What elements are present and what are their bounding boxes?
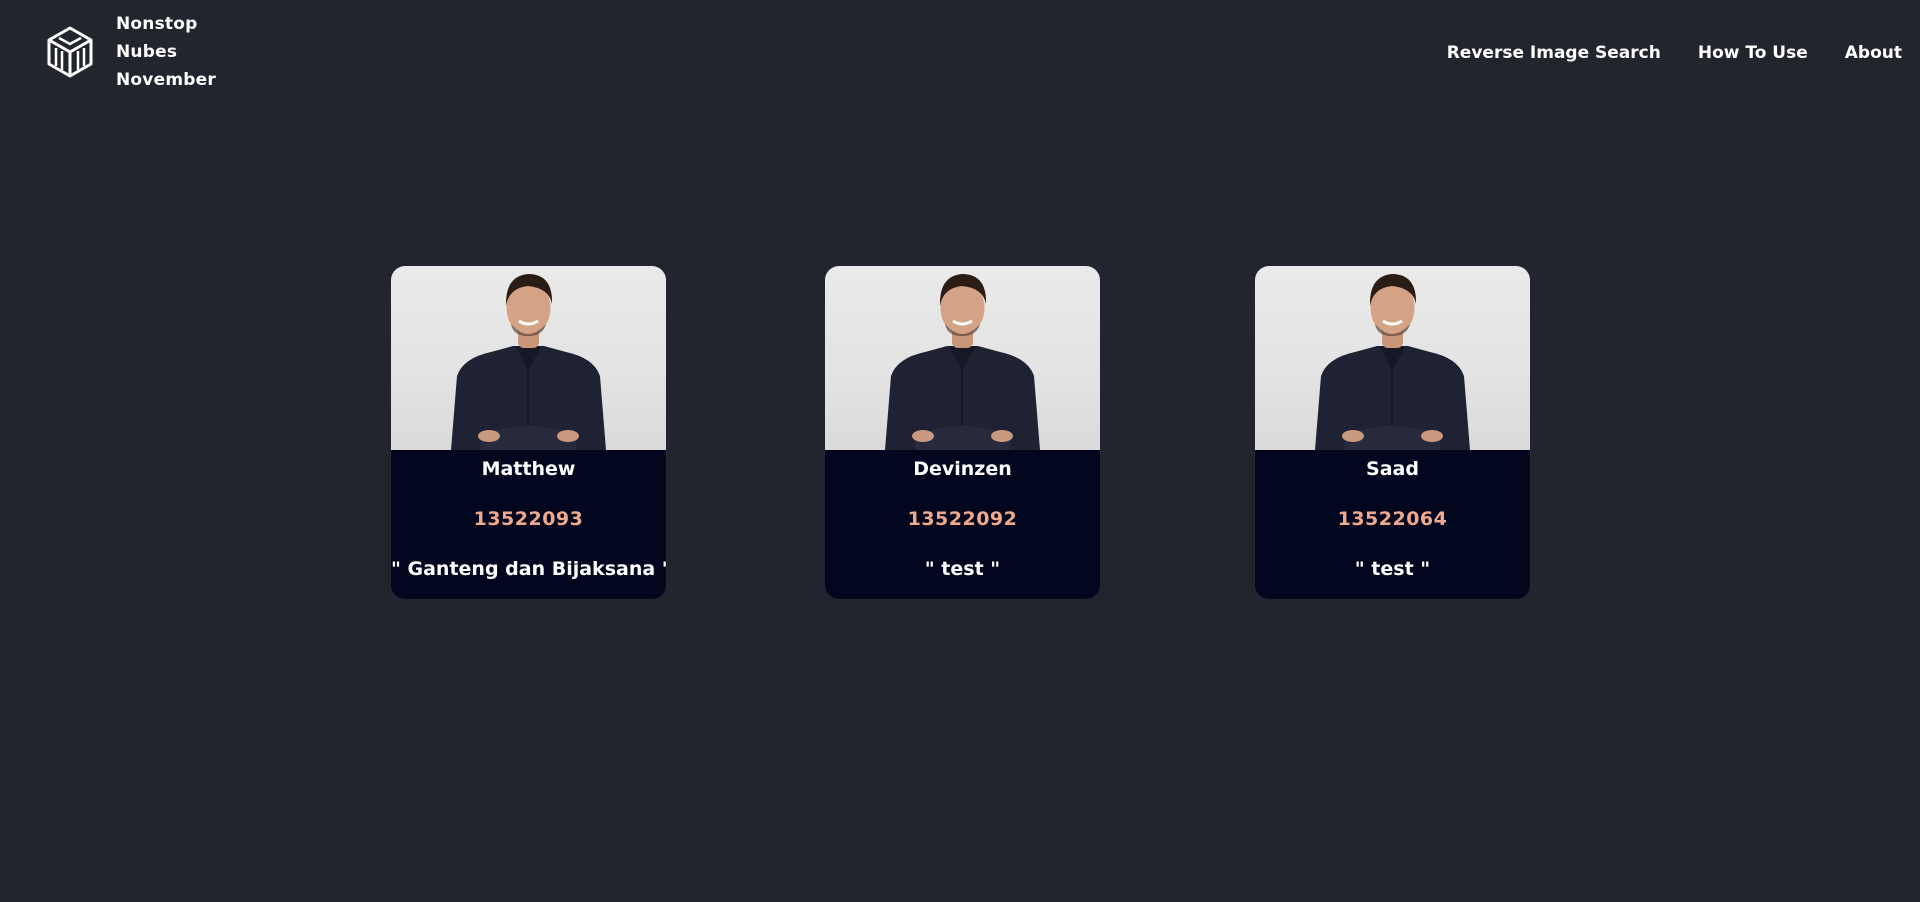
member-id: 13522064 xyxy=(1337,508,1448,530)
member-name: Devinzen xyxy=(913,458,1012,480)
member-name: Matthew xyxy=(481,458,576,480)
member-id: 13522092 xyxy=(907,508,1018,530)
nav-how-to-use[interactable]: How To Use xyxy=(1698,43,1808,63)
brand-line-3: November xyxy=(116,70,216,90)
person-photo-illustration xyxy=(451,274,606,450)
top-navbar: Nonstop Nubes November Reverse Image Sea… xyxy=(0,0,1920,100)
brand-name: Nonstop Nubes November xyxy=(116,10,216,94)
main-nav: Reverse Image Search How To Use About xyxy=(1447,43,1902,63)
team-member-card: Matthew 13522093 " Ganteng dan Bijaksana… xyxy=(391,266,666,599)
member-quote: " Ganteng dan Bijaksana " xyxy=(391,558,666,580)
person-photo xyxy=(825,266,1100,450)
person-photo-illustration xyxy=(1315,274,1470,450)
team-member-card: Saad 13522064 " test " xyxy=(1255,266,1530,599)
member-name: Saad xyxy=(1366,458,1419,480)
member-quote: " test " xyxy=(1354,558,1431,580)
person-photo xyxy=(391,266,666,450)
member-quote: " test " xyxy=(924,558,1001,580)
team-member-card: Devinzen 13522092 " test " xyxy=(825,266,1100,599)
nav-reverse-image-search[interactable]: Reverse Image Search xyxy=(1447,43,1661,63)
person-photo-illustration xyxy=(885,274,1040,450)
brand-line-2: Nubes xyxy=(116,42,178,62)
brand-line-1: Nonstop xyxy=(116,14,198,34)
nav-about[interactable]: About xyxy=(1845,43,1902,63)
member-id: 13522093 xyxy=(473,508,584,530)
cube-logo-icon xyxy=(47,26,93,78)
brand[interactable]: Nonstop Nubes November xyxy=(46,10,216,94)
person-photo xyxy=(1255,266,1530,450)
about-page: Nonstop Nubes November Reverse Image Sea… xyxy=(0,0,1920,902)
